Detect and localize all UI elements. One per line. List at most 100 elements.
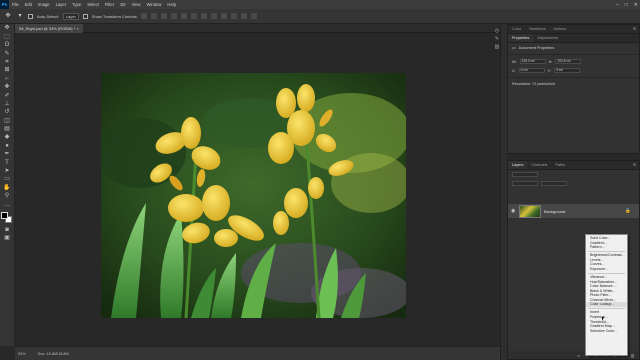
dodge-icon[interactable]: ●: [3, 143, 12, 150]
photoshop-logo[interactable]: Ps: [0, 0, 9, 9]
close-window-button[interactable]: ✕: [634, 2, 638, 8]
menu-image[interactable]: Image: [35, 2, 53, 7]
trash-icon[interactable]: ▥: [630, 353, 635, 358]
healing-brush-icon[interactable]: ✚: [3, 84, 12, 91]
tab-layers[interactable]: Layers: [508, 161, 528, 169]
menu-3d[interactable]: 3D: [117, 2, 128, 7]
align-bottom-icon[interactable]: [190, 13, 197, 19]
distribute-icon[interactable]: [200, 13, 207, 19]
distribute-h-icon[interactable]: [210, 13, 217, 19]
close-tab-icon[interactable]: ×: [76, 26, 78, 31]
minimize-button[interactable]: –: [616, 2, 619, 8]
hand-icon[interactable]: ✋: [3, 185, 12, 192]
tab-color[interactable]: Color: [508, 25, 525, 33]
layer-select-dropdown[interactable]: Layer: [62, 12, 79, 20]
document-icon: ▭: [512, 46, 516, 50]
width-field[interactable]: 126.9 cm: [519, 59, 546, 64]
link-icon[interactable]: ∞: [576, 353, 581, 358]
quick-mask-icon[interactable]: ◙: [3, 227, 12, 234]
tab-paths[interactable]: Paths: [551, 161, 569, 169]
menu-item[interactable]: Selective Color...: [586, 329, 627, 334]
align-right-icon[interactable]: [160, 13, 167, 19]
tab-adjustments[interactable]: Adjustments: [533, 34, 562, 42]
more-tools-icon[interactable]: …: [3, 202, 12, 209]
screen-mode-icon[interactable]: ▣: [3, 235, 12, 242]
height-label: H:: [548, 59, 553, 64]
menu-divider: [588, 308, 625, 310]
layer-row[interactable]: ◉ Background 🔒: [508, 204, 639, 218]
menu-type[interactable]: Type: [69, 2, 84, 7]
canvas-image[interactable]: [101, 73, 406, 318]
dock-divider[interactable]: [500, 24, 507, 360]
quick-select-icon[interactable]: ✎: [3, 51, 12, 58]
path-select-icon[interactable]: ➤: [3, 168, 12, 175]
clone-stamp-icon[interactable]: ⊥: [3, 101, 12, 108]
menu-item-highlighted[interactable]: Color Lookup...: [586, 302, 627, 308]
auto-select-checkbox[interactable]: [28, 13, 33, 19]
foreground-color-swatch[interactable]: [1, 211, 8, 219]
brush-icon[interactable]: ✐: [3, 93, 12, 100]
frame-icon[interactable]: ⊠: [3, 67, 12, 74]
align-center-icon[interactable]: [150, 13, 157, 19]
mouse-cursor-icon: [602, 317, 604, 321]
3d-pan-icon[interactable]: [250, 13, 257, 19]
chevron-down-icon[interactable]: ▾: [16, 12, 24, 20]
distribute-v-icon[interactable]: [220, 13, 227, 19]
eyedropper-icon[interactable]: ⌐: [3, 76, 12, 83]
x-field[interactable]: 0 cm: [518, 68, 545, 73]
menu-item[interactable]: Exposure...: [586, 267, 627, 272]
marquee-icon[interactable]: ⬚: [3, 34, 12, 41]
history-brush-icon[interactable]: ↺: [3, 109, 12, 116]
blend-mode-select[interactable]: [512, 181, 538, 186]
tab-channels[interactable]: Channels: [527, 161, 551, 169]
blur-icon[interactable]: ◆: [3, 134, 12, 141]
menu-item[interactable]: Pattern...: [586, 245, 627, 250]
rectangle-icon[interactable]: ▭: [3, 176, 12, 183]
menu-window[interactable]: Window: [144, 2, 165, 7]
crop-icon[interactable]: ⌗: [3, 59, 12, 66]
menu-help[interactable]: Help: [164, 2, 179, 7]
status-bar: 33% Doc: 18.8M/18.8M: [15, 346, 500, 360]
layers-tab-row: Layers Channels Paths ≡: [508, 161, 639, 170]
lasso-icon[interactable]: ʘ: [3, 42, 12, 49]
menu-file[interactable]: File: [9, 2, 22, 7]
panel-menu-icon[interactable]: ≡: [630, 25, 639, 33]
pen-icon[interactable]: ✒: [3, 151, 12, 158]
y-field[interactable]: 0 cm: [553, 68, 580, 73]
size-row: W: 126.9 cm H: 102.8 cm: [508, 57, 639, 66]
layer-filter-select[interactable]: [512, 172, 538, 177]
menu-filter[interactable]: Filter: [102, 2, 117, 7]
type-icon[interactable]: T: [3, 160, 12, 167]
transform-controls-checkbox[interactable]: [82, 13, 88, 19]
menu-edit[interactable]: Edit: [22, 2, 35, 7]
maximize-button[interactable]: □: [625, 2, 628, 8]
canvas-area[interactable]: [15, 33, 500, 346]
gradient-icon[interactable]: ▤: [3, 126, 12, 133]
properties-section-header: ▭ Document Properties: [508, 43, 639, 52]
move-icon[interactable]: ✥: [3, 25, 12, 32]
zoom-icon[interactable]: ⚲: [3, 193, 12, 200]
color-swatches[interactable]: [1, 211, 13, 224]
resolution-row: Resolution: 72 pixels/inch: [508, 80, 639, 88]
opacity-field[interactable]: [541, 181, 567, 186]
resolution-label: Resolution: 72 pixels/inch: [512, 82, 556, 86]
3d-mode-icon[interactable]: [230, 13, 237, 19]
eye-icon[interactable]: ◉: [511, 208, 516, 214]
align-left-icon[interactable]: [140, 13, 147, 19]
move-tool-icon[interactable]: ✥: [4, 12, 12, 20]
3d-orbit-icon[interactable]: [240, 13, 247, 19]
tab-properties[interactable]: Properties: [508, 34, 534, 42]
eraser-icon[interactable]: ◫: [3, 118, 12, 125]
window-controls: – □ ✕: [616, 0, 638, 9]
zoom-level[interactable]: 33%: [18, 352, 26, 356]
align-top-icon[interactable]: [170, 13, 177, 19]
tab-actions[interactable]: Actions: [550, 25, 570, 33]
align-middle-icon[interactable]: [180, 13, 187, 19]
menu-select[interactable]: Select: [84, 2, 102, 7]
menu-layer[interactable]: Layer: [53, 2, 69, 7]
tab-swatches[interactable]: Swatches: [525, 25, 549, 33]
menu-view[interactable]: View: [129, 2, 144, 7]
layers-menu-icon[interactable]: ≡: [630, 161, 639, 169]
document-tab[interactable]: IM_Right.psd @ 33% (RGB/8) * ×: [15, 24, 83, 33]
height-field[interactable]: 102.8 cm: [555, 59, 582, 64]
